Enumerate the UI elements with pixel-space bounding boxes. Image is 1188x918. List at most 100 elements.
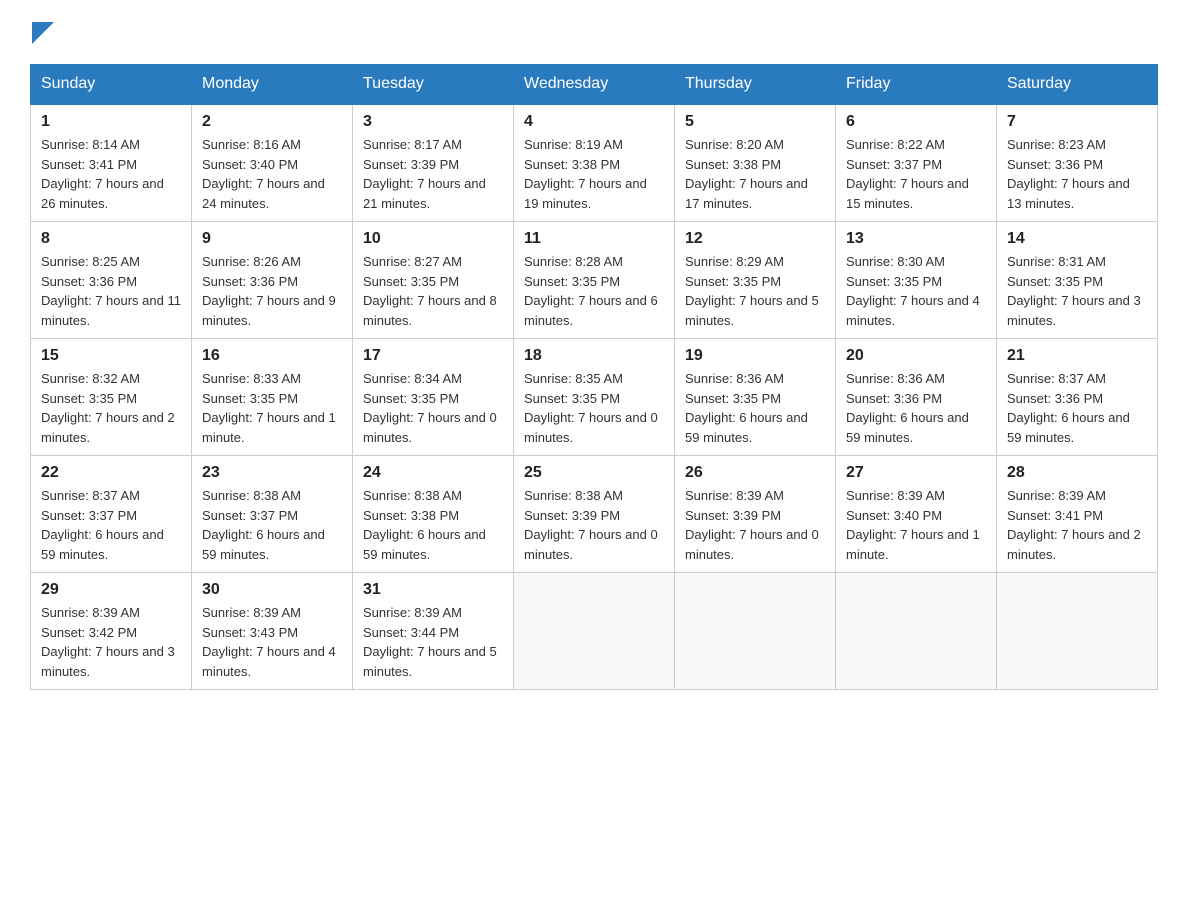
day-number: 24 (363, 464, 503, 482)
calendar-cell: 16 Sunrise: 8:33 AMSunset: 3:35 PMDaylig… (192, 339, 353, 456)
calendar-cell: 14 Sunrise: 8:31 AMSunset: 3:35 PMDaylig… (997, 222, 1158, 339)
day-info: Sunrise: 8:39 AMSunset: 3:44 PMDaylight:… (363, 603, 503, 681)
day-number: 25 (524, 464, 664, 482)
calendar-cell: 24 Sunrise: 8:38 AMSunset: 3:38 PMDaylig… (353, 456, 514, 573)
day-info: Sunrise: 8:26 AMSunset: 3:36 PMDaylight:… (202, 252, 342, 330)
day-number: 17 (363, 347, 503, 365)
day-info: Sunrise: 8:19 AMSunset: 3:38 PMDaylight:… (524, 135, 664, 213)
calendar-cell: 23 Sunrise: 8:38 AMSunset: 3:37 PMDaylig… (192, 456, 353, 573)
calendar-header-sunday: Sunday (31, 65, 192, 105)
calendar-cell: 25 Sunrise: 8:38 AMSunset: 3:39 PMDaylig… (514, 456, 675, 573)
calendar-cell: 27 Sunrise: 8:39 AMSunset: 3:40 PMDaylig… (836, 456, 997, 573)
day-number: 5 (685, 113, 825, 131)
calendar-cell (675, 573, 836, 690)
calendar-week-row: 1 Sunrise: 8:14 AMSunset: 3:41 PMDayligh… (31, 104, 1158, 222)
calendar-header-thursday: Thursday (675, 65, 836, 105)
day-info: Sunrise: 8:30 AMSunset: 3:35 PMDaylight:… (846, 252, 986, 330)
day-info: Sunrise: 8:39 AMSunset: 3:41 PMDaylight:… (1007, 486, 1147, 564)
calendar-cell: 26 Sunrise: 8:39 AMSunset: 3:39 PMDaylig… (675, 456, 836, 573)
day-number: 29 (41, 581, 181, 599)
day-number: 26 (685, 464, 825, 482)
calendar-cell: 13 Sunrise: 8:30 AMSunset: 3:35 PMDaylig… (836, 222, 997, 339)
day-number: 6 (846, 113, 986, 131)
day-info: Sunrise: 8:32 AMSunset: 3:35 PMDaylight:… (41, 369, 181, 447)
calendar-header-friday: Friday (836, 65, 997, 105)
calendar-cell: 31 Sunrise: 8:39 AMSunset: 3:44 PMDaylig… (353, 573, 514, 690)
calendar-cell: 21 Sunrise: 8:37 AMSunset: 3:36 PMDaylig… (997, 339, 1158, 456)
day-info: Sunrise: 8:27 AMSunset: 3:35 PMDaylight:… (363, 252, 503, 330)
calendar-header-monday: Monday (192, 65, 353, 105)
calendar-cell: 5 Sunrise: 8:20 AMSunset: 3:38 PMDayligh… (675, 104, 836, 222)
day-number: 21 (1007, 347, 1147, 365)
day-info: Sunrise: 8:38 AMSunset: 3:37 PMDaylight:… (202, 486, 342, 564)
day-number: 30 (202, 581, 342, 599)
day-info: Sunrise: 8:16 AMSunset: 3:40 PMDaylight:… (202, 135, 342, 213)
calendar-cell: 6 Sunrise: 8:22 AMSunset: 3:37 PMDayligh… (836, 104, 997, 222)
day-info: Sunrise: 8:28 AMSunset: 3:35 PMDaylight:… (524, 252, 664, 330)
day-number: 13 (846, 230, 986, 248)
day-number: 9 (202, 230, 342, 248)
day-info: Sunrise: 8:17 AMSunset: 3:39 PMDaylight:… (363, 135, 503, 213)
day-info: Sunrise: 8:39 AMSunset: 3:39 PMDaylight:… (685, 486, 825, 564)
day-info: Sunrise: 8:35 AMSunset: 3:35 PMDaylight:… (524, 369, 664, 447)
calendar-cell: 11 Sunrise: 8:28 AMSunset: 3:35 PMDaylig… (514, 222, 675, 339)
day-info: Sunrise: 8:39 AMSunset: 3:43 PMDaylight:… (202, 603, 342, 681)
calendar-cell: 7 Sunrise: 8:23 AMSunset: 3:36 PMDayligh… (997, 104, 1158, 222)
logo (30, 20, 54, 44)
day-info: Sunrise: 8:31 AMSunset: 3:35 PMDaylight:… (1007, 252, 1147, 330)
day-info: Sunrise: 8:34 AMSunset: 3:35 PMDaylight:… (363, 369, 503, 447)
calendar-cell: 29 Sunrise: 8:39 AMSunset: 3:42 PMDaylig… (31, 573, 192, 690)
page-header (30, 20, 1158, 44)
calendar-week-row: 22 Sunrise: 8:37 AMSunset: 3:37 PMDaylig… (31, 456, 1158, 573)
day-number: 3 (363, 113, 503, 131)
day-info: Sunrise: 8:20 AMSunset: 3:38 PMDaylight:… (685, 135, 825, 213)
day-info: Sunrise: 8:14 AMSunset: 3:41 PMDaylight:… (41, 135, 181, 213)
day-number: 28 (1007, 464, 1147, 482)
calendar-cell (836, 573, 997, 690)
calendar-cell: 28 Sunrise: 8:39 AMSunset: 3:41 PMDaylig… (997, 456, 1158, 573)
day-number: 22 (41, 464, 181, 482)
day-number: 15 (41, 347, 181, 365)
day-info: Sunrise: 8:39 AMSunset: 3:42 PMDaylight:… (41, 603, 181, 681)
day-number: 19 (685, 347, 825, 365)
day-number: 11 (524, 230, 664, 248)
calendar-cell: 12 Sunrise: 8:29 AMSunset: 3:35 PMDaylig… (675, 222, 836, 339)
calendar-cell: 20 Sunrise: 8:36 AMSunset: 3:36 PMDaylig… (836, 339, 997, 456)
calendar-cell: 17 Sunrise: 8:34 AMSunset: 3:35 PMDaylig… (353, 339, 514, 456)
day-info: Sunrise: 8:39 AMSunset: 3:40 PMDaylight:… (846, 486, 986, 564)
calendar-cell: 1 Sunrise: 8:14 AMSunset: 3:41 PMDayligh… (31, 104, 192, 222)
day-info: Sunrise: 8:25 AMSunset: 3:36 PMDaylight:… (41, 252, 181, 330)
day-number: 8 (41, 230, 181, 248)
calendar-cell: 15 Sunrise: 8:32 AMSunset: 3:35 PMDaylig… (31, 339, 192, 456)
calendar-week-row: 29 Sunrise: 8:39 AMSunset: 3:42 PMDaylig… (31, 573, 1158, 690)
calendar-cell: 30 Sunrise: 8:39 AMSunset: 3:43 PMDaylig… (192, 573, 353, 690)
calendar-header-row: SundayMondayTuesdayWednesdayThursdayFrid… (31, 65, 1158, 105)
day-number: 10 (363, 230, 503, 248)
calendar-cell: 10 Sunrise: 8:27 AMSunset: 3:35 PMDaylig… (353, 222, 514, 339)
calendar-cell: 8 Sunrise: 8:25 AMSunset: 3:36 PMDayligh… (31, 222, 192, 339)
day-number: 18 (524, 347, 664, 365)
day-number: 12 (685, 230, 825, 248)
day-info: Sunrise: 8:36 AMSunset: 3:36 PMDaylight:… (846, 369, 986, 447)
calendar-cell: 22 Sunrise: 8:37 AMSunset: 3:37 PMDaylig… (31, 456, 192, 573)
day-number: 31 (363, 581, 503, 599)
day-number: 16 (202, 347, 342, 365)
day-info: Sunrise: 8:36 AMSunset: 3:35 PMDaylight:… (685, 369, 825, 447)
calendar-cell: 9 Sunrise: 8:26 AMSunset: 3:36 PMDayligh… (192, 222, 353, 339)
day-number: 20 (846, 347, 986, 365)
calendar-cell (997, 573, 1158, 690)
day-number: 1 (41, 113, 181, 131)
day-number: 27 (846, 464, 986, 482)
day-number: 4 (524, 113, 664, 131)
day-info: Sunrise: 8:23 AMSunset: 3:36 PMDaylight:… (1007, 135, 1147, 213)
calendar-cell: 3 Sunrise: 8:17 AMSunset: 3:39 PMDayligh… (353, 104, 514, 222)
calendar-cell: 4 Sunrise: 8:19 AMSunset: 3:38 PMDayligh… (514, 104, 675, 222)
day-info: Sunrise: 8:22 AMSunset: 3:37 PMDaylight:… (846, 135, 986, 213)
logo-arrow-icon (32, 22, 54, 44)
calendar-week-row: 8 Sunrise: 8:25 AMSunset: 3:36 PMDayligh… (31, 222, 1158, 339)
day-number: 14 (1007, 230, 1147, 248)
calendar-table: SundayMondayTuesdayWednesdayThursdayFrid… (30, 64, 1158, 690)
calendar-cell: 2 Sunrise: 8:16 AMSunset: 3:40 PMDayligh… (192, 104, 353, 222)
calendar-header-wednesday: Wednesday (514, 65, 675, 105)
day-number: 23 (202, 464, 342, 482)
